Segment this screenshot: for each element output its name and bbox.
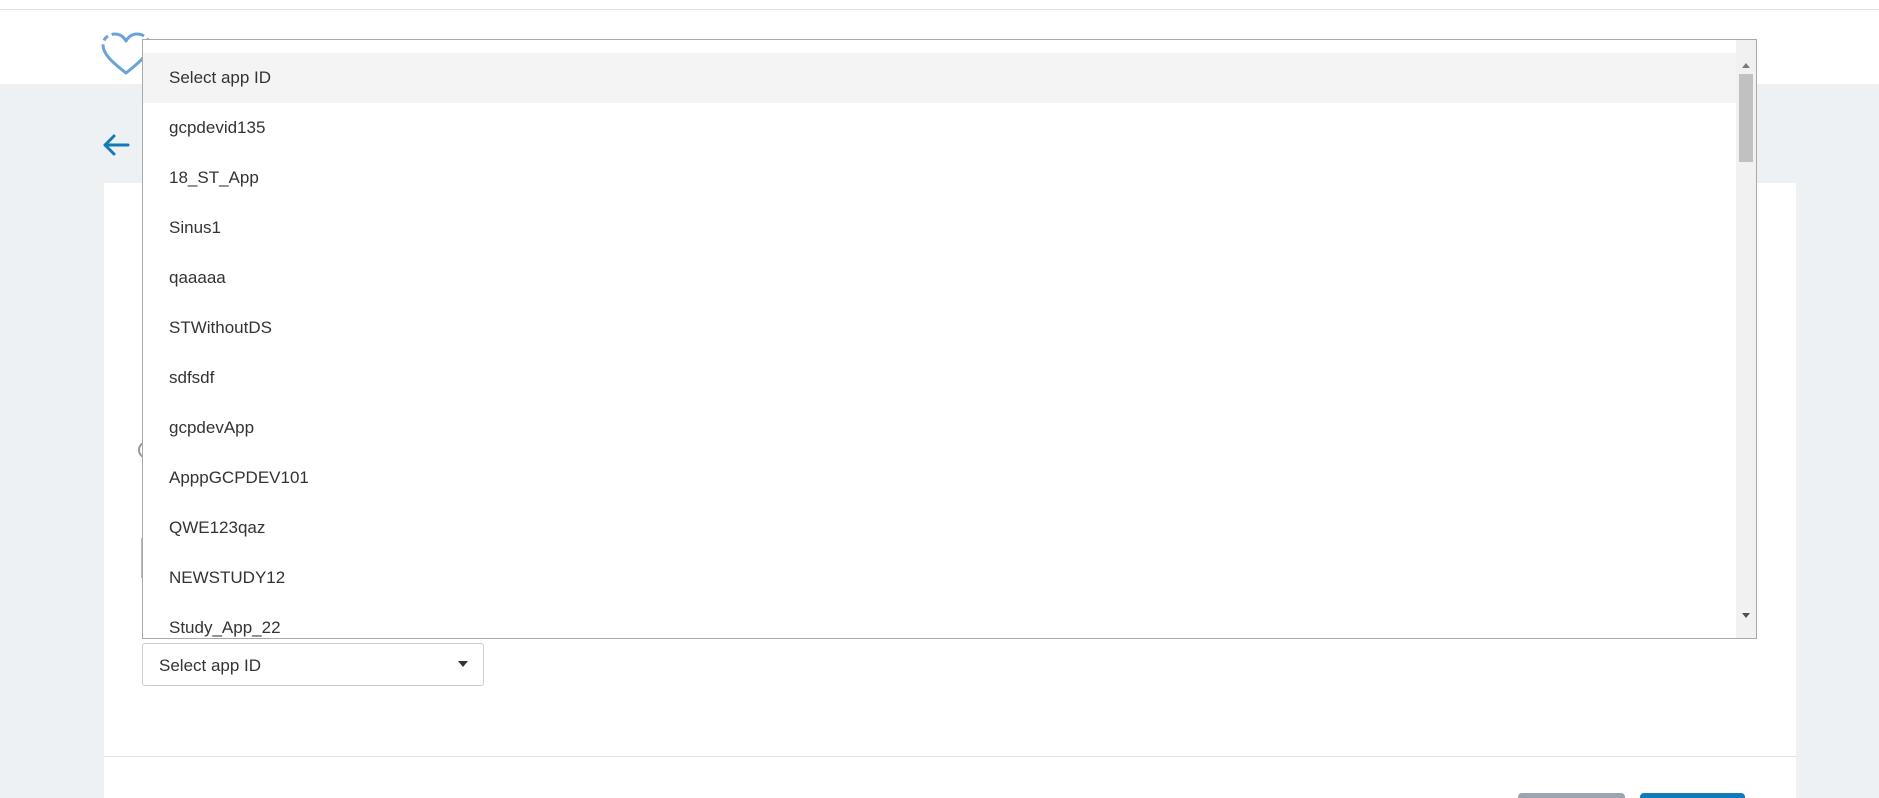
scrollbar-thumb[interactable]: [1739, 74, 1753, 162]
dropdown-option[interactable]: NEWSTUDY12: [143, 553, 1736, 603]
cancel-button[interactable]: [1518, 793, 1625, 798]
arrow-left-icon[interactable]: [100, 130, 132, 160]
app-id-select[interactable]: Select app ID: [142, 643, 484, 686]
submit-button[interactable]: [1640, 793, 1745, 798]
dropdown-options: Select app ID gcpdevid135 18_ST_App Sinu…: [143, 53, 1736, 638]
dropdown-option[interactable]: sdfsdf: [143, 353, 1736, 403]
top-border: [0, 0, 1879, 10]
caret-down-icon: [458, 661, 468, 667]
dropdown-option[interactable]: gcpdevApp: [143, 403, 1736, 453]
scroll-down-icon[interactable]: [1742, 613, 1750, 618]
dropdown-option[interactable]: Sinus1: [143, 203, 1736, 253]
dropdown-option[interactable]: 18_ST_App: [143, 153, 1736, 203]
dropdown-option[interactable]: ApppGCPDEV101: [143, 453, 1736, 503]
footer-divider: [104, 756, 1796, 757]
app-id-dropdown-list[interactable]: Select app ID gcpdevid135 18_ST_App Sinu…: [142, 39, 1757, 639]
app-id-select-value: Select app ID: [159, 656, 262, 675]
dropdown-option[interactable]: Study_App_22: [143, 603, 1736, 638]
dropdown-option[interactable]: QWE123qaz: [143, 503, 1736, 553]
dropdown-option[interactable]: gcpdevid135: [143, 103, 1736, 153]
dropdown-option[interactable]: STWithoutDS: [143, 303, 1736, 353]
dropdown-option[interactable]: qaaaaa: [143, 253, 1736, 303]
dropdown-option[interactable]: Select app ID: [143, 53, 1736, 103]
scroll-up-icon[interactable]: [1742, 63, 1750, 68]
